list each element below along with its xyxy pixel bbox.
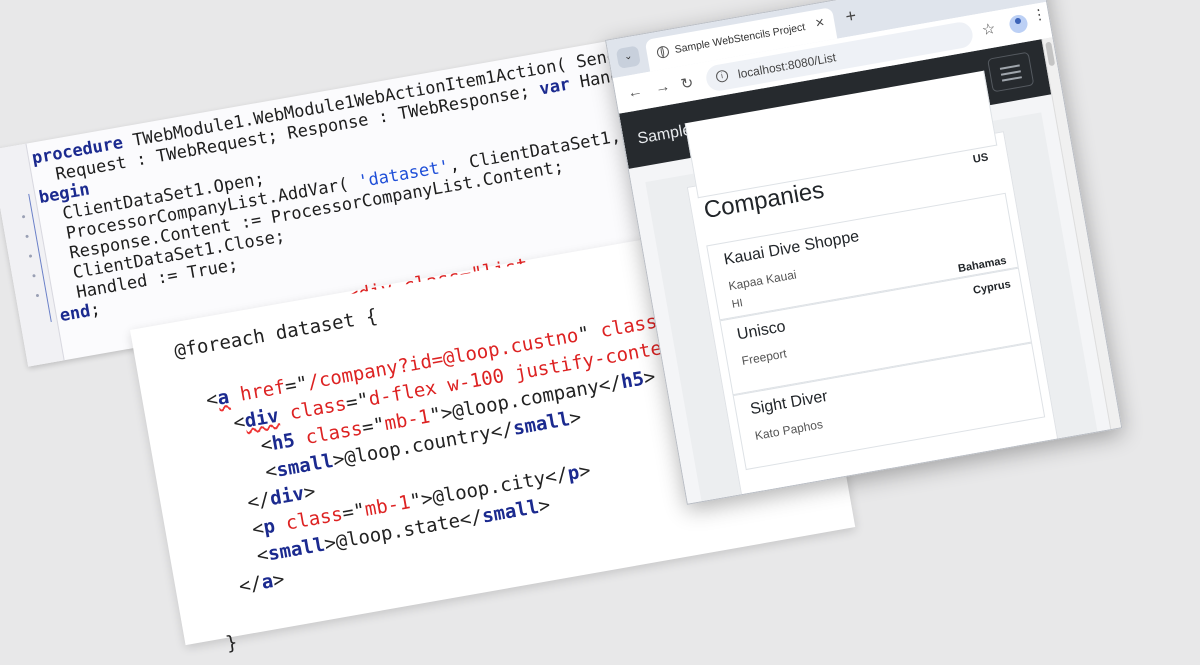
page-viewport: Sample WebStencils Project Companies US … — [619, 39, 1112, 504]
company-city: Kato Paphos — [753, 417, 824, 443]
forward-button[interactable]: → — [654, 78, 672, 97]
close-tab-icon[interactable]: × — [814, 14, 826, 32]
code-token: } — [224, 631, 240, 655]
code-token: > — [641, 365, 658, 390]
company-name: Sight Diver — [748, 387, 829, 419]
profile-avatar-icon[interactable] — [1008, 13, 1029, 35]
code-token: div — [242, 404, 281, 433]
company-name: Kauai Dive Shoppe — [722, 228, 861, 269]
company-state: HI — [730, 297, 744, 311]
code-token: > — [271, 568, 287, 592]
code-token: > — [567, 406, 583, 430]
gutter-marker — [28, 254, 33, 258]
company-country: US — [972, 151, 990, 166]
scrollbar-thumb[interactable] — [1045, 41, 1056, 67]
globe-icon — [656, 45, 670, 60]
bookmark-star-icon[interactable]: ☆ — [980, 19, 997, 39]
browser-menu-icon[interactable]: ⋮ — [1031, 5, 1048, 23]
code-token: < — [181, 387, 220, 416]
company-city: Freeport — [740, 346, 788, 369]
gutter-marker — [32, 274, 36, 278]
reload-button[interactable]: ↻ — [679, 73, 694, 93]
code-token: ; — [88, 299, 103, 321]
new-tab-button[interactable]: + — [844, 5, 858, 28]
code-token: div — [268, 482, 306, 511]
url-text: localhost:8080/List — [736, 50, 838, 82]
navbar-toggler-icon[interactable] — [987, 51, 1035, 93]
code-token: > — [577, 459, 593, 484]
company-country: Cyprus — [972, 278, 1012, 297]
gutter-marker — [21, 214, 26, 219]
gutter-marker — [35, 293, 40, 298]
company-city: Kapaa Kauai — [727, 267, 798, 294]
tab-search-button[interactable]: ⌄ — [615, 45, 641, 69]
code-token: > — [536, 493, 552, 518]
site-info-icon[interactable]: i — [715, 69, 730, 84]
companies-card: Companies US Kauai Dive Shoppe Bahamas K… — [684, 70, 1074, 504]
gutter-marker — [25, 234, 29, 239]
company-name: Unisco — [735, 318, 787, 344]
code-token: end — [58, 301, 92, 327]
back-button[interactable]: ← — [626, 82, 644, 101]
browser-window: ⌄ Sample WebStencils Project × + ← → ↻ i… — [605, 0, 1123, 505]
code-token: > — [302, 480, 318, 505]
page-main: Companies US Kauai Dive Shoppe Bahamas K… — [645, 70, 1098, 504]
code-token: </ — [214, 572, 264, 602]
